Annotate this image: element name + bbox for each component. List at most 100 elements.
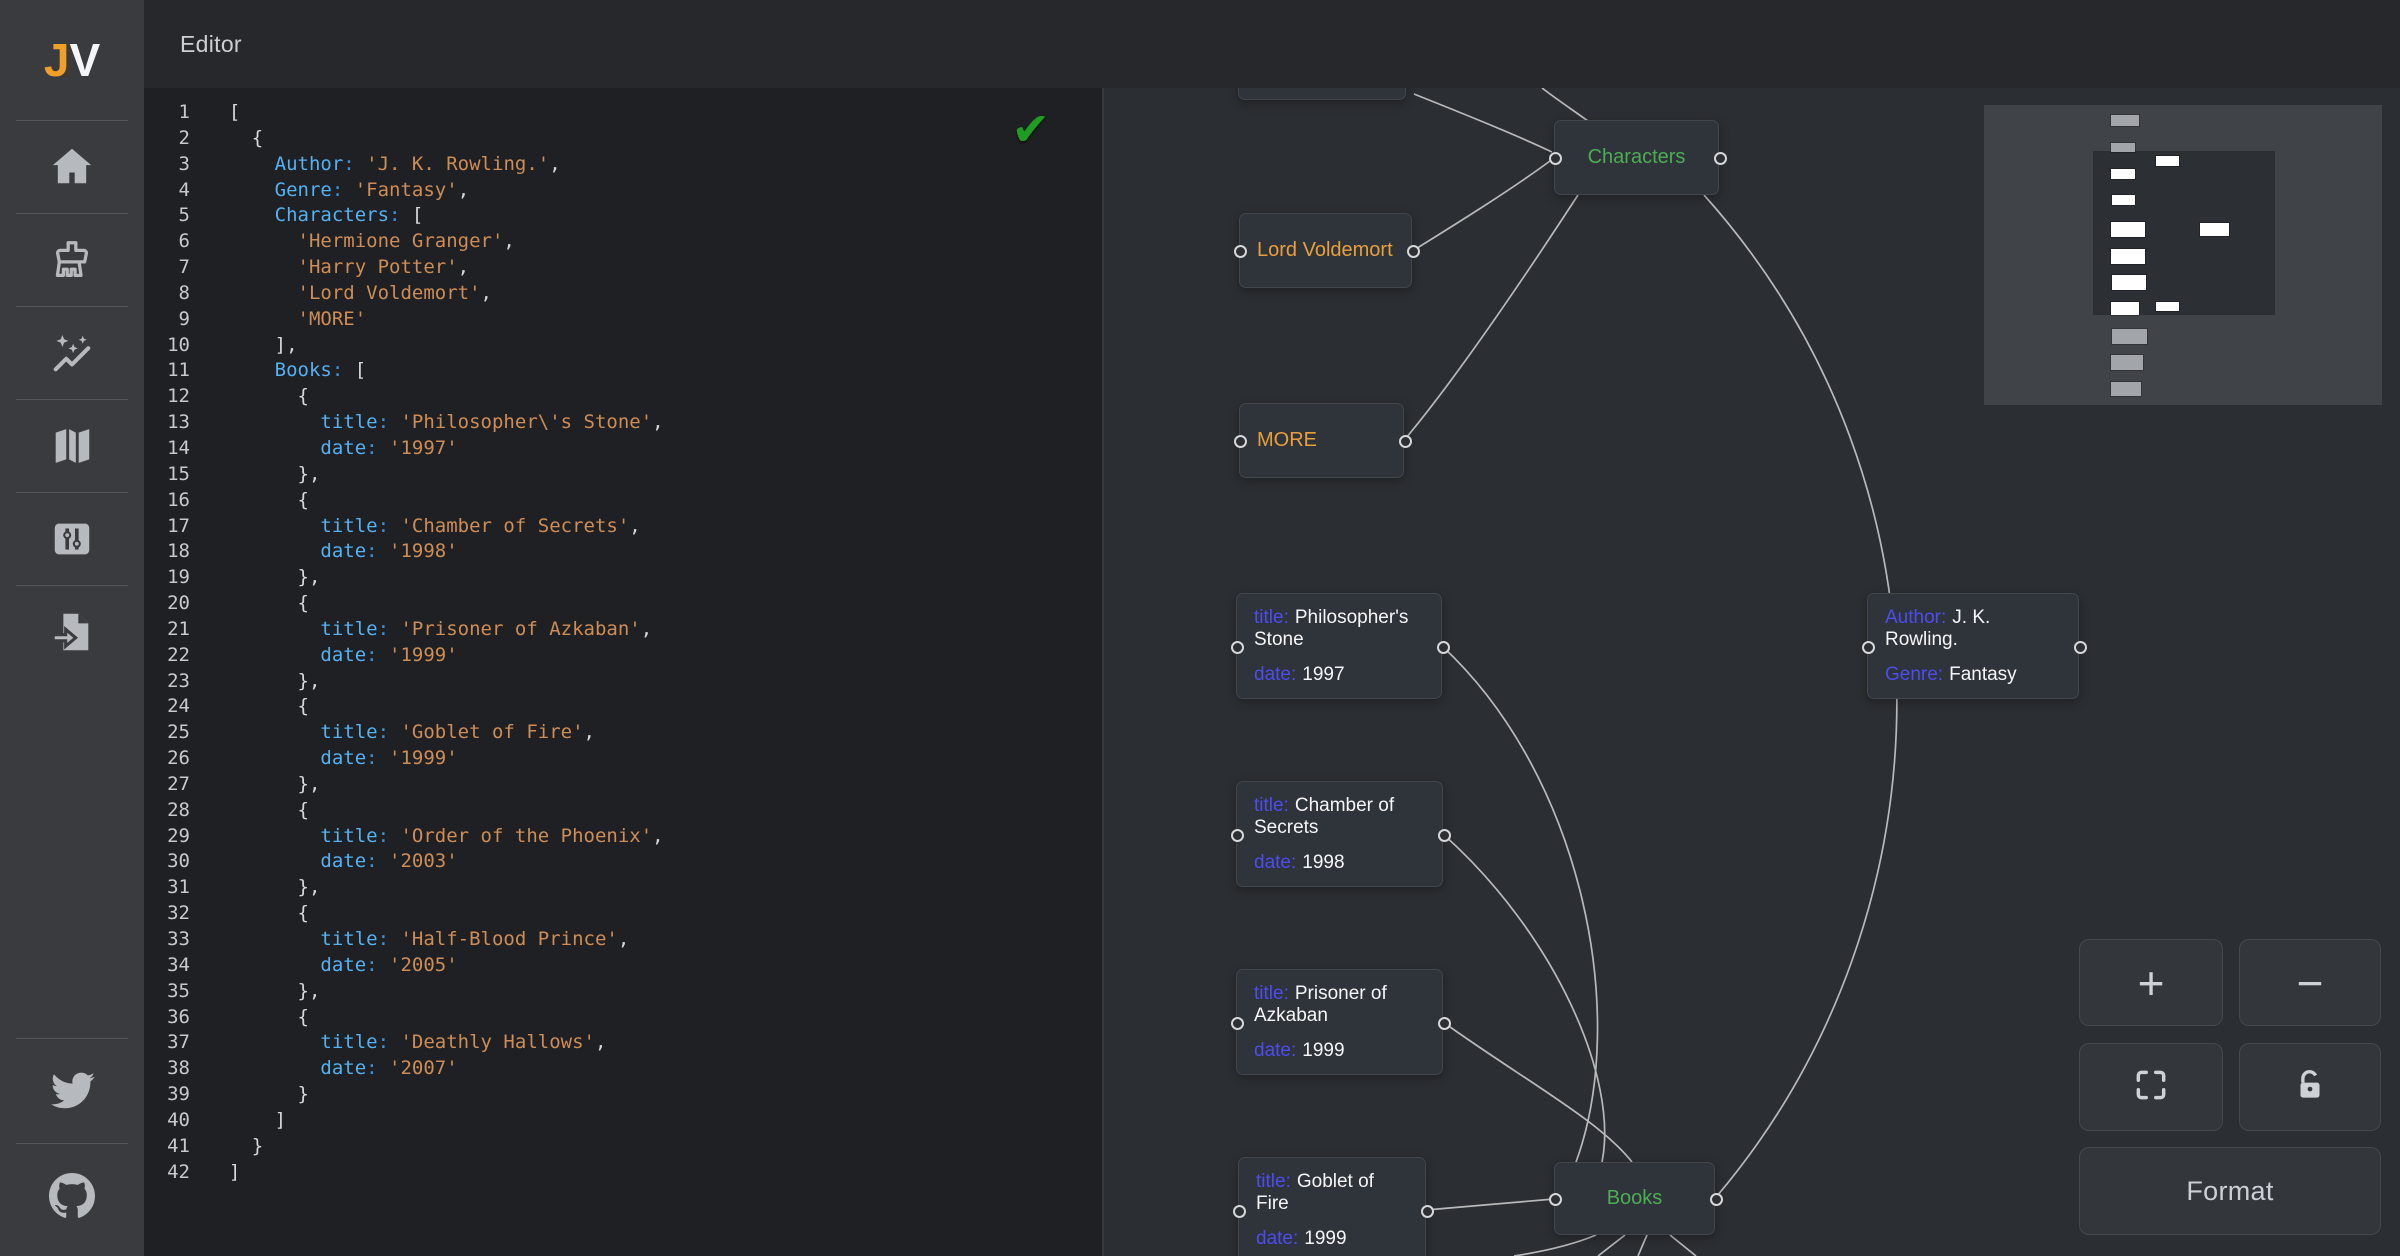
node-handle-left [1234, 245, 1247, 258]
line-number: 41 [144, 1134, 190, 1160]
node-book-1[interactable]: title:Philosopher's Stonedate:1997 [1236, 593, 1442, 699]
nav-settings-button[interactable] [0, 493, 144, 585]
token-string: 'MORE' [298, 308, 367, 330]
code-text: title: 'Half-Blood Prince', [206, 927, 629, 953]
code-line: 15 }, [144, 462, 1102, 488]
code-text: }, [206, 772, 320, 798]
nav-home-button[interactable] [0, 121, 144, 213]
map-icon [49, 423, 95, 469]
code-text: date: '2003' [206, 849, 458, 875]
token-punct [206, 540, 320, 562]
twitter-link[interactable] [0, 1039, 144, 1143]
code-line: 17 title: 'Chamber of Secrets', [144, 514, 1102, 540]
token-punct: [ [412, 204, 423, 226]
token-punct [206, 179, 275, 201]
code-text: } [206, 1134, 263, 1160]
node-lord-voldemort[interactable]: Lord Voldemort [1239, 213, 1412, 288]
code-line: 14 date: '1997' [144, 436, 1102, 462]
app-logo[interactable]: J V [0, 0, 144, 120]
node-handle-right [1407, 245, 1420, 258]
token-colon: : [366, 540, 389, 562]
token-key: title [320, 825, 377, 847]
node-root[interactable]: Author:J. K. Rowling.Genre:Fantasy [1867, 593, 2079, 699]
code-line: 29 title: 'Order of the Phoenix', [144, 824, 1102, 850]
token-punct: , [595, 1031, 606, 1053]
token-colon: : [389, 204, 412, 226]
minimap-node [2111, 355, 2143, 370]
token-punct [206, 618, 320, 640]
node-key: Author: [1885, 607, 1946, 628]
node-books[interactable]: Books [1554, 1162, 1715, 1235]
code-text: { [206, 384, 309, 410]
token-punct [206, 308, 298, 330]
nav-auto-format-button[interactable] [0, 307, 144, 399]
graph-canvas[interactable]: Characters Lord Voldemort MORE title:Philos… [1102, 88, 2400, 1256]
format-button[interactable]: Format [2079, 1147, 2381, 1235]
token-key: title [320, 618, 377, 640]
node-book-4[interactable]: title:Goblet of Firedate:1999 [1238, 1157, 1426, 1256]
settings-sliders-icon [49, 516, 95, 562]
token-colon: : [378, 928, 401, 950]
lock-button[interactable] [2239, 1043, 2381, 1131]
code-line: 18 date: '1998' [144, 539, 1102, 565]
code-line: 13 title: 'Philosopher\'s Stone', [144, 410, 1102, 436]
graph-edge [1442, 646, 1598, 1162]
token-punct: , [652, 411, 663, 433]
github-link[interactable] [0, 1144, 144, 1248]
node-more[interactable]: MORE [1239, 403, 1404, 478]
code-text: [ [206, 100, 240, 126]
node-handle-left [1549, 1193, 1562, 1206]
clipped-node[interactable] [1238, 88, 1406, 100]
node-characters[interactable]: Characters [1554, 120, 1719, 195]
token-colon: : [366, 850, 389, 872]
token-punct: }, [206, 566, 320, 588]
json-editor[interactable]: 1 [2 {3 Author: 'J. K. Rowling.',4 Genre… [144, 88, 1102, 1256]
zoom-out-button[interactable]: − [2239, 939, 2381, 1026]
code-line: 30 date: '2003' [144, 849, 1102, 875]
token-key: date [320, 437, 366, 459]
code-text: title: 'Order of the Phoenix', [206, 824, 664, 850]
line-number: 29 [144, 824, 190, 850]
line-number: 31 [144, 875, 190, 901]
line-number: 2 [144, 126, 190, 152]
twitter-icon [48, 1067, 96, 1115]
code-text: 'Lord Voldemort', [206, 281, 492, 307]
code-line: 5 Characters: [ [144, 203, 1102, 229]
token-punct [206, 437, 320, 459]
token-punct: , [584, 721, 595, 743]
node-book-2[interactable]: title:Chamber of Secretsdate:1998 [1236, 781, 1443, 887]
token-string: '2005' [389, 954, 458, 976]
code-text: } [206, 1082, 309, 1108]
token-punct: { [206, 902, 309, 924]
token-key: title [320, 515, 377, 537]
line-number: 28 [144, 798, 190, 824]
code-lines: 1 [2 {3 Author: 'J. K. Rowling.',4 Genre… [144, 100, 1102, 1185]
token-punct: [ [355, 359, 366, 381]
token-punct [206, 515, 320, 537]
node-book-3[interactable]: title:Prisoner of Azkabandate:1999 [1236, 969, 1443, 1075]
nav-clean-button[interactable] [0, 214, 144, 306]
format-button-label: Format [2186, 1176, 2273, 1207]
token-punct [206, 256, 298, 278]
zoom-in-button[interactable]: + [2079, 939, 2223, 1026]
line-number: 38 [144, 1056, 190, 1082]
header: Editor [144, 0, 2400, 88]
nav-map-button[interactable] [0, 400, 144, 492]
token-key: title [320, 1031, 377, 1053]
token-colon: : [378, 1031, 401, 1053]
line-number: 37 [144, 1030, 190, 1056]
nav-import-button[interactable] [0, 586, 144, 678]
node-handle-right [1710, 1193, 1723, 1206]
token-punct [206, 644, 320, 666]
token-punct: ], [206, 334, 298, 356]
logo-letter-v: V [69, 33, 100, 87]
node-key: date: [1254, 664, 1296, 685]
node-handle-left [1549, 152, 1562, 165]
code-text: { [206, 901, 309, 927]
token-string: 'Lord Voldemort' [298, 282, 481, 304]
center-view-button[interactable] [2079, 1043, 2223, 1131]
minimap[interactable] [1984, 105, 2382, 405]
node-row: Author:J. K. Rowling. [1885, 607, 2061, 651]
code-text: Author: 'J. K. Rowling.', [206, 152, 561, 178]
node-handle-right [1438, 1017, 1451, 1030]
